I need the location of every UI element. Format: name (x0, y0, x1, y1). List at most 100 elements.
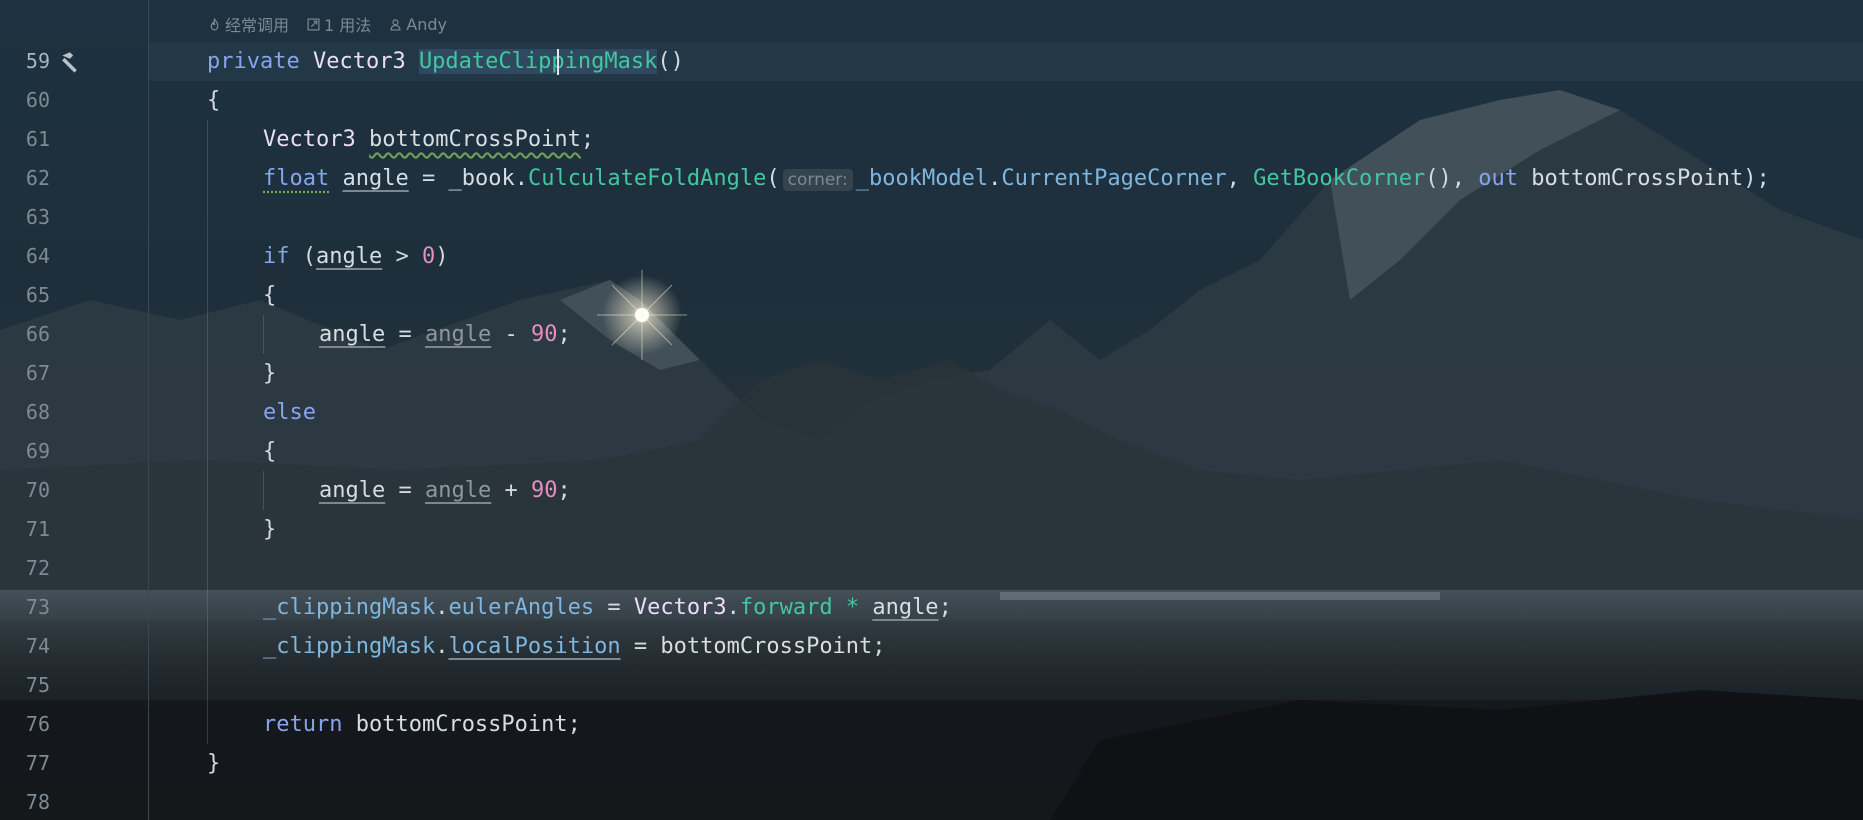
punctuation: , (1451, 166, 1479, 191)
line-number: 71 (25, 517, 50, 541)
number-literal: 0 (421, 244, 436, 269)
line-number-gutter[interactable]: 59 60 61 62 63 64 65 66 67 68 69 70 71 7… (0, 0, 149, 820)
punctuation: . (514, 166, 528, 191)
code-line-60[interactable]: { (207, 81, 220, 120)
brace: { (263, 439, 277, 464)
keyword: float (263, 166, 330, 191)
variable[interactable]: angle (319, 478, 385, 503)
code-line-64[interactable]: if (angle > 0) (263, 237, 448, 276)
usage-frequency-label: 经常调用 (225, 16, 290, 35)
code-editor[interactable]: 59 60 61 62 63 64 65 66 67 68 69 70 71 7… (0, 0, 1863, 820)
punctuation: () (1425, 166, 1452, 191)
brace: } (263, 361, 277, 386)
field[interactable]: _clippingMask (263, 634, 435, 659)
line-number: 62 (25, 166, 50, 190)
type-name: Vector3 (263, 127, 356, 152)
code-line-76[interactable]: return bottomCrossPoint; (263, 705, 581, 744)
code-line-59[interactable]: private Vector3 UpdateClippingMask() (207, 42, 684, 81)
operator: = (408, 166, 449, 191)
hammer-icon[interactable] (58, 49, 84, 75)
keyword: private (207, 49, 300, 74)
code-line-65[interactable]: { (263, 276, 276, 315)
code-line-70[interactable]: angle = angle + 90; (319, 471, 571, 510)
line-number: 72 (25, 556, 50, 580)
property[interactable]: CurrentPageCorner (1001, 166, 1226, 191)
line-number: 67 (25, 361, 50, 385)
variable[interactable]: angle (319, 322, 385, 347)
person-icon (390, 18, 401, 31)
variable[interactable]: angle (425, 322, 491, 347)
field[interactable]: _bookModel (856, 166, 988, 191)
code-line-62[interactable]: float angle = _book.CulculateFoldAngle(c… (263, 159, 1770, 198)
variable[interactable]: angle (342, 166, 408, 191)
punctuation: ; (567, 712, 581, 737)
punctuation: . (988, 166, 1002, 191)
type-name: Vector3 (633, 595, 727, 620)
punctuation: ; (580, 127, 595, 152)
variable[interactable]: bottomCrossPoint (369, 127, 581, 152)
line-number: 69 (25, 439, 50, 463)
brace: { (263, 283, 277, 308)
usage-frequency-hint[interactable]: 经常调用 (208, 12, 289, 36)
code-line-68[interactable]: else (263, 393, 316, 432)
punctuation: ); (1743, 166, 1770, 191)
method-call[interactable]: GetBookCorner (1253, 166, 1425, 191)
line-number: 73 (25, 595, 50, 619)
operator: = (620, 634, 661, 659)
line-number: 75 (25, 673, 50, 697)
variable[interactable]: angle (316, 244, 382, 269)
code-line-67[interactable]: } (263, 354, 276, 393)
code-line-61[interactable]: Vector3 bottomCrossPoint; (263, 120, 594, 159)
usages-label: 1 用法 (324, 16, 372, 35)
code-vision-inlay: 经常调用 1 用法 Andy (208, 10, 447, 38)
field[interactable]: _clippingMask (263, 595, 435, 620)
code-line-71[interactable]: } (263, 510, 276, 549)
method-call[interactable]: CulculateFoldAngle (528, 166, 766, 191)
operator: - (491, 322, 531, 347)
brace: } (263, 517, 277, 542)
variable[interactable]: bottomCrossPoint (1518, 166, 1743, 191)
punctuation: () (657, 49, 684, 74)
operator: = (594, 595, 634, 620)
brace: { (207, 88, 221, 113)
code-line-69[interactable]: { (263, 432, 276, 471)
operator: > (382, 244, 422, 269)
line-number: 78 (25, 790, 50, 814)
field[interactable]: _book (448, 166, 514, 191)
text-caret (557, 49, 559, 75)
code-line-77[interactable]: } (207, 744, 220, 783)
parameter-hint: corner: (782, 169, 853, 191)
keyword: else (263, 400, 316, 425)
number-literal: 90 (530, 478, 558, 503)
flame-icon (210, 17, 219, 31)
keyword: out (1478, 166, 1519, 191)
punctuation: ; (872, 634, 886, 659)
punctuation: ( (289, 244, 316, 269)
variable[interactable]: bottomCrossPoint (660, 634, 872, 659)
indent-guide (207, 120, 208, 744)
line-number: 76 (25, 712, 50, 736)
code-line-74[interactable]: _clippingMask.localPosition = bottomCros… (263, 627, 886, 666)
punctuation: ; (557, 322, 571, 347)
line-number: 77 (25, 751, 50, 775)
property[interactable]: eulerAngles (448, 595, 594, 620)
punctuation: ; (557, 478, 571, 503)
usages-link[interactable]: 1 用法 (307, 12, 371, 36)
operator: + (491, 478, 531, 503)
variable[interactable]: bottomCrossPoint (342, 712, 568, 737)
operator: * (832, 595, 873, 620)
code-line-73[interactable]: _clippingMask.eulerAngles = Vector3.forw… (263, 588, 952, 627)
property[interactable]: forward (740, 595, 833, 620)
author-link[interactable]: Andy (389, 15, 447, 34)
method-name[interactable]: UpdateClippingMask (418, 49, 658, 74)
line-number: 64 (25, 244, 50, 268)
indent-guide (263, 471, 264, 510)
variable[interactable]: angle (425, 478, 491, 503)
property[interactable]: localPosition (448, 634, 620, 659)
external-link-icon (307, 17, 320, 31)
operator: = (385, 478, 425, 503)
keyword: if (263, 244, 290, 269)
type-name: Vector3 (312, 49, 406, 74)
variable[interactable]: angle (872, 595, 938, 620)
code-line-66[interactable]: angle = angle - 90; (319, 315, 571, 354)
